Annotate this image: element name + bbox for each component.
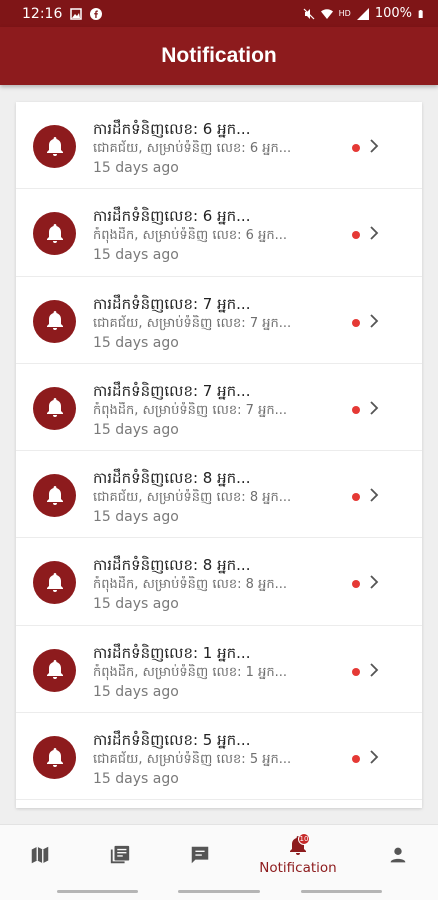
bell-icon <box>33 561 76 605</box>
unread-dot <box>352 144 360 152</box>
nav-library[interactable] <box>100 825 140 885</box>
notification-body: កំពុងដឹក, សម្រាប់ទំនិញ លេខ: 7 អ្នក... <box>93 402 287 418</box>
chat-icon <box>191 846 209 864</box>
library-icon <box>110 845 130 864</box>
nav-map[interactable] <box>20 825 60 885</box>
unread-dot <box>352 231 360 240</box>
bottom-nav: 10 Notification <box>0 824 438 900</box>
page-title: Notification <box>161 44 277 67</box>
app-bar: Notification <box>0 27 438 85</box>
chevron-right-icon <box>370 750 379 764</box>
bell-icon <box>33 125 76 168</box>
chevron-right-icon <box>370 401 379 415</box>
nav-profile[interactable] <box>378 825 418 885</box>
notification-item[interactable]: ការដឹកទំនិញលេខ: 6 អ្នក... ជោគជ័យ, សម្រាប… <box>16 102 422 190</box>
bell-icon <box>33 386 76 430</box>
battery-percent: 100% <box>374 6 412 21</box>
notification-title: ការដឹកទំនិញលេខ: 5 អ្នក... <box>93 731 251 750</box>
unread-dot <box>352 667 360 676</box>
notification-time: 15 days ago <box>93 247 179 264</box>
signal-icon <box>356 7 369 20</box>
notification-time: 15 days ago <box>93 509 179 526</box>
notification-title: ការដឹកទំនិញលេខ: 8 អ្នក... <box>93 469 251 488</box>
nav-chat[interactable] <box>180 825 220 885</box>
unread-dot <box>352 493 360 502</box>
notification-body: កំពុងដឹក, សម្រាប់ទំនិញ លេខ: 1 អ្នក... <box>93 664 287 680</box>
gesture-bar <box>57 890 138 893</box>
notification-badge: 10 <box>298 833 310 845</box>
status-bar: 12:16 HD 100% <box>0 0 438 27</box>
notification-body: ជោគជ័យ, សម្រាប់ទំនិញ លេខ: 7 អ្នក... <box>93 315 292 331</box>
notification-time: 15 days ago <box>93 771 179 788</box>
bell-icon <box>33 736 76 780</box>
notification-time: 15 days ago <box>93 683 179 700</box>
notification-item[interactable]: ការដឹកទំនិញលេខ: 1 អ្នក... កំពុងដឹក, សម្រ… <box>16 626 422 714</box>
image-icon <box>70 7 83 20</box>
chevron-right-icon <box>370 226 379 240</box>
bell-icon <box>33 474 76 518</box>
facebook-icon <box>90 7 103 20</box>
notification-item[interactable]: ការដឹកទំនិញលេខ: 7 អ្នក... ជោគជ័យ, សម្រាប… <box>16 277 422 364</box>
notification-body: ជោគជ័យ, សម្រាប់ទំនិញ លេខ: 6 អ្នក... <box>93 141 292 156</box>
notification-body: ជោគជ័យ, សម្រាប់ទំនិញ លេខ: 5 អ្នក... <box>93 752 292 768</box>
notification-body: កំពុងដឹក, សម្រាប់ទំនិញ លេខ: 6 អ្នក... <box>93 228 287 244</box>
map-icon <box>31 846 49 864</box>
notification-item[interactable]: ការដឹកទំនិញលេខ: 7 អ្នក... កំពុងដឹក, សម្រ… <box>16 364 422 452</box>
network-type: HD <box>338 9 351 18</box>
gesture-bar <box>301 890 382 893</box>
notification-title: ការដឹកទំនិញលេខ: 7 អ្នក... <box>93 294 251 313</box>
notification-item[interactable]: ការដឹកទំនិញលេខ: 6 អ្នក... កំពុងដឹក, សម្រ… <box>16 189 422 277</box>
notification-body: កំពុងដឹក, សម្រាប់ទំនិញ លេខ: 8 អ្នក... <box>93 577 287 593</box>
notification-title: ការដឹកទំនិញលេខ: 1 អ្នក... <box>93 643 251 662</box>
unread-dot <box>352 755 360 764</box>
gesture-bar <box>178 890 260 893</box>
notification-time: 15 days ago <box>93 596 179 613</box>
chevron-right-icon <box>370 139 379 153</box>
nav-notification[interactable]: 10 Notification <box>246 825 350 885</box>
notification-title: ការដឹកទំនិញលេខ: 7 អ្នក... <box>93 381 251 400</box>
person-icon <box>390 847 406 863</box>
chevron-right-icon <box>370 663 379 677</box>
nav-label-notification: Notification <box>259 859 337 876</box>
bell-icon <box>33 212 76 256</box>
notification-item[interactable]: ការដឹកទំនិញលេខ: 5 អ្នក... ជោគជ័យ, សម្រាប… <box>16 713 422 801</box>
notification-list: ការដឹកទំនិញលេខ: 6 អ្នក... ជោគជ័យ, សម្រាប… <box>16 102 422 808</box>
bell-icon <box>33 648 76 692</box>
notification-title: ការដឹកទំនិញលេខ: 8 អ្នក... <box>93 556 251 575</box>
unread-dot <box>352 405 360 414</box>
chevron-right-icon <box>370 488 379 502</box>
notification-title: ការដឹកទំនិញលេខ: 6 អ្នក... <box>93 207 251 226</box>
notification-time: 15 days ago <box>93 334 179 351</box>
notification-body: ជោគជ័យ, សម្រាប់ទំនិញ លេខ: 8 អ្នក... <box>93 490 292 506</box>
notification-title: ការដឹកទំនិញលេខ: 6 អ្នក... <box>93 120 251 138</box>
chevron-right-icon <box>370 575 379 590</box>
battery-icon <box>418 9 423 18</box>
notification-time: 15 days ago <box>93 421 179 438</box>
notification-item[interactable]: ការដឹកទំនិញលេខ: 8 អ្នក... កំពុងដឹក, សម្រ… <box>16 538 422 626</box>
bell-icon <box>33 299 76 343</box>
notification-time: 15 days ago <box>93 160 179 176</box>
unread-dot <box>352 318 360 327</box>
notification-item[interactable]: ការដឹកទំនិញលេខ: 8 អ្នក... ជោគជ័យ, សម្រាប… <box>16 451 422 539</box>
chevron-right-icon <box>370 313 379 328</box>
mute-icon <box>303 8 315 19</box>
unread-dot <box>352 580 360 589</box>
wifi-icon <box>320 8 333 19</box>
status-time: 12:16 <box>22 5 63 22</box>
